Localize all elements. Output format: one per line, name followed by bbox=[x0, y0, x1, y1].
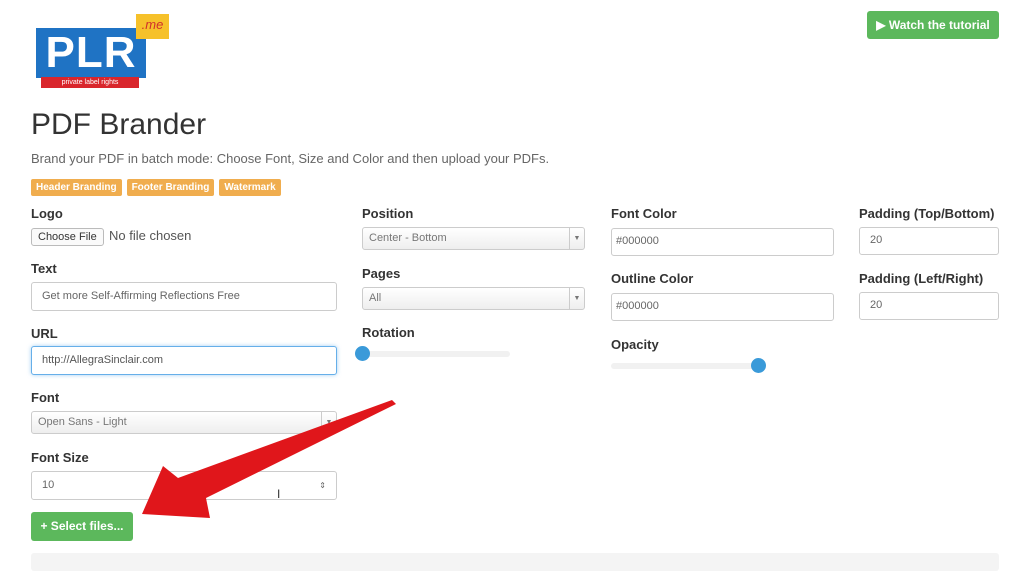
red-arrow-annotation bbox=[142, 400, 396, 518]
text-cursor-icon: I bbox=[277, 487, 281, 501]
arrow-shape bbox=[142, 400, 396, 518]
